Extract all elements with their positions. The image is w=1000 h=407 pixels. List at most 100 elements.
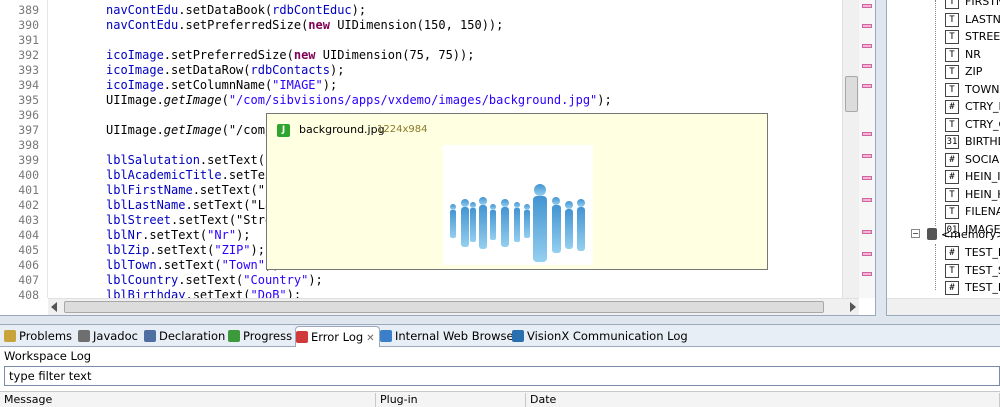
- tab-icon: [296, 331, 308, 343]
- code-line[interactable]: navContEdu.setPreferredSize(new UIDimens…: [106, 18, 503, 33]
- code-editor[interactable]: 389 390 391 392 393 394 395 396 397 398 399 400 401 4…: [0, 0, 876, 316]
- overview-marker[interactable]: [862, 230, 872, 234]
- code-line[interactable]: lblBirthday.setText("DoB");: [106, 288, 301, 298]
- error-log-view: Workspace Log type filter text Message P…: [0, 347, 1000, 407]
- tree-guide-line: [935, 0, 936, 226]
- log-column-header: Message Plug-in Date: [0, 391, 1000, 407]
- tab-icon: [380, 330, 392, 342]
- code-line[interactable]: lblSalutation.setText(": [106, 153, 272, 168]
- overview-marker[interactable]: [862, 198, 872, 202]
- scroll-right-arrow-icon[interactable]: [850, 302, 856, 312]
- overview-ruler[interactable]: [859, 0, 875, 298]
- column-type-icon: T: [945, 0, 959, 9]
- column-type-icon: T: [945, 263, 959, 278]
- tree-node-label: ZIP: [965, 65, 983, 78]
- code-line[interactable]: lblLastName.setText("La: [106, 198, 272, 213]
- line-number: 399: [18, 153, 39, 167]
- tab-label: Javadoc: [93, 329, 138, 343]
- code-line[interactable]: navContEdu.setDataBook(rdbContEduc);: [106, 3, 366, 18]
- code-line[interactable]: UIImage.getImage("/com/: [106, 123, 272, 138]
- tree-node-label: SOCIAL: [965, 152, 1000, 166]
- vertical-scroll-thumb[interactable]: [845, 76, 858, 112]
- close-tab-icon[interactable]: ✕: [366, 333, 374, 344]
- popup-file-name: background.jpg: [299, 123, 385, 136]
- column-type-icon: T: [945, 65, 959, 79]
- bottom-view-tabs: Problems Javadoc Declaration Progress Error …: [0, 324, 1000, 347]
- line-number: 408: [18, 288, 39, 302]
- tree-node-memory[interactable]: <memory>: [941, 228, 1000, 241]
- line-number: 396: [18, 108, 39, 122]
- line-number: 390: [18, 18, 39, 32]
- line-number: 406: [18, 258, 39, 272]
- code-line[interactable]: UIImage.getImage("/com/sibvisions/apps/v…: [106, 93, 612, 108]
- line-number: 394: [18, 78, 39, 92]
- tab-icon: [512, 330, 524, 342]
- code-line[interactable]: icoImage.setDataRow(rdbContacts);: [106, 63, 344, 78]
- column-type-icon: T: [945, 187, 959, 202]
- overview-marker[interactable]: [862, 176, 872, 180]
- code-line[interactable]: lblFirstName.setText("F: [106, 183, 272, 198]
- overview-marker[interactable]: [862, 4, 872, 8]
- tab-progress[interactable]: Progress: [228, 326, 292, 347]
- horizontal-scrollbar[interactable]: [48, 298, 859, 315]
- code-line[interactable]: lblTown.setText("Town");: [106, 258, 279, 273]
- tab-icon: [228, 330, 240, 342]
- overview-marker[interactable]: [862, 272, 872, 276]
- code-line[interactable]: icoImage.setPreferredSize(new UIDimensio…: [106, 48, 474, 63]
- column-type-icon: T: [945, 205, 959, 219]
- column-header-message[interactable]: Message: [0, 393, 376, 407]
- column-header-date[interactable]: Date: [526, 393, 1000, 407]
- vertical-scrollbar[interactable]: [842, 0, 859, 298]
- column-type-icon: #: [945, 100, 959, 114]
- tab-problems[interactable]: Problems: [4, 326, 72, 347]
- tab-label: VisionX Communication Log: [527, 329, 688, 343]
- image-hover-popup: J background.jpg 1224x984: [266, 113, 768, 270]
- column-type-icon: T: [945, 47, 959, 62]
- horizontal-scroll-thumb[interactable]: [64, 301, 824, 313]
- overview-marker[interactable]: [862, 252, 872, 256]
- tree-node-label: LASTNA: [965, 12, 1000, 26]
- scroll-left-arrow-icon[interactable]: [51, 302, 57, 312]
- column-type-icon: T: [945, 117, 959, 132]
- column-type-icon: T: [945, 12, 959, 27]
- tree-node-label: HEIN_H: [965, 187, 1000, 201]
- tree-node-label: NR: [965, 47, 981, 61]
- column-header-plugin[interactable]: Plug-in: [376, 393, 526, 407]
- overview-marker[interactable]: [862, 132, 872, 136]
- code-line[interactable]: lblAcademicTitle.setTex: [106, 168, 272, 183]
- overview-marker[interactable]: [862, 44, 872, 48]
- code-line[interactable]: lblCountry.setText("Country");: [106, 273, 323, 288]
- column-type-icon: #: [945, 170, 959, 184]
- overview-marker[interactable]: [862, 84, 872, 88]
- code-line[interactable]: lblNr.setText("Nr");: [106, 228, 251, 243]
- tab-label: Progress: [243, 329, 293, 343]
- code-line[interactable]: icoImage.setColumnName("IMAGE");: [106, 78, 337, 93]
- filter-input[interactable]: type filter text: [4, 366, 1000, 386]
- tree-guide-line: [935, 244, 936, 290]
- overview-marker[interactable]: [862, 24, 872, 28]
- line-number: 397: [18, 123, 39, 137]
- tree-node-label: CTRY_I: [965, 100, 1000, 113]
- tree-node-label: TEST_E: [965, 246, 1000, 259]
- code-line[interactable]: lblZip.setText("ZIP");: [106, 243, 265, 258]
- tab-label: Declaration: [159, 329, 226, 343]
- memory-icon: [927, 228, 937, 240]
- line-number-gutter: 389 390 391 392 393 394 395 396 397 398 399 400 401 4…: [0, 0, 48, 302]
- tab-javadoc[interactable]: Javadoc: [78, 326, 138, 347]
- column-type-icon: #: [945, 246, 959, 260]
- line-number: 404: [18, 228, 39, 242]
- collapse-toggle-icon[interactable]: −: [911, 229, 920, 238]
- tab-label: Error Log: [311, 330, 364, 344]
- overview-marker[interactable]: [862, 154, 872, 158]
- overview-marker[interactable]: [862, 64, 872, 68]
- log-title: Workspace Log: [4, 349, 92, 363]
- tab-declaration[interactable]: Declaration: [144, 326, 225, 347]
- outline-tree[interactable]: T FIRSTNA T LASTNA T STREET T NR T ZIP T TOWN # CTRY_…: [886, 0, 1000, 316]
- code-line[interactable]: lblStreet.setText("Stre: [106, 213, 272, 228]
- tab-error-log[interactable]: Error Log ✕: [295, 326, 380, 347]
- tree-node-label: HEIN_I: [965, 170, 1000, 183]
- tab-internal-web-browser[interactable]: Internal Web Browser: [380, 326, 518, 347]
- tab-label: Problems: [19, 329, 73, 343]
- outline-horizontal-scrollbar[interactable]: [887, 298, 1000, 315]
- tab-visionx-communication-log[interactable]: VisionX Communication Log: [512, 326, 688, 347]
